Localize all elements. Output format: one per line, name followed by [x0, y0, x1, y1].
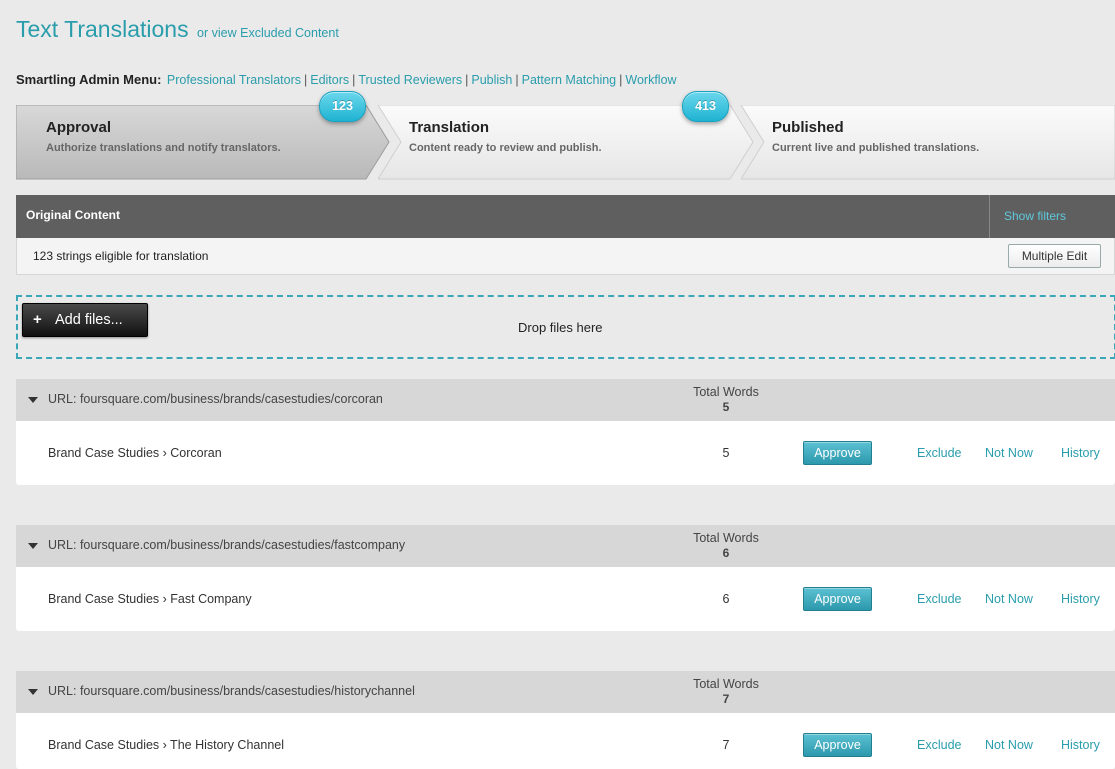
menu-separator: |	[352, 73, 356, 87]
plus-icon: +	[33, 311, 42, 328]
eligible-strings-count: 123 strings eligible for translation	[33, 249, 209, 263]
admin-link-publish[interactable]: Publish	[471, 73, 512, 87]
string-name: Brand Case Studies › The History Channel	[48, 738, 284, 752]
original-content-header: Original Content Show filters	[16, 195, 1115, 238]
admin-menu: Smartling Admin Menu: Professional Trans…	[16, 72, 677, 87]
step-approval-desc: Authorize translations and notify transl…	[46, 142, 281, 154]
approve-button[interactable]: Approve	[803, 587, 872, 611]
original-content-bar: 123 strings eligible for translation Mul…	[16, 238, 1115, 275]
history-link[interactable]: History	[1061, 446, 1100, 460]
history-link[interactable]: History	[1061, 592, 1100, 606]
group-url: URL: foursquare.com/business/brands/case…	[48, 392, 383, 406]
total-words-label: Total Words	[693, 677, 759, 691]
file-drop-zone[interactable]: + Add files... Drop files here	[16, 295, 1115, 359]
add-files-button[interactable]: + Add files...	[22, 303, 148, 337]
url-group: URL: foursquare.com/business/brands/case…	[16, 525, 1115, 631]
step-published-desc: Current live and published translations.	[772, 142, 980, 154]
exclude-link[interactable]: Exclude	[917, 738, 961, 752]
string-name: Brand Case Studies › Fast Company	[48, 592, 252, 606]
total-words-label: Total Words	[693, 531, 759, 545]
string-row: Brand Case Studies › The History Channel…	[16, 713, 1115, 769]
add-files-label: Add files...	[55, 312, 123, 328]
string-row: Brand Case Studies › Corcoran 5 Approve …	[16, 421, 1115, 485]
url-group-header[interactable]: URL: foursquare.com/business/brands/case…	[16, 379, 1115, 421]
exclude-link[interactable]: Exclude	[917, 592, 961, 606]
url-group-header[interactable]: URL: foursquare.com/business/brands/case…	[16, 525, 1115, 567]
menu-separator: |	[515, 73, 519, 87]
not-now-link[interactable]: Not Now	[985, 592, 1033, 606]
not-now-link[interactable]: Not Now	[985, 446, 1033, 460]
not-now-link[interactable]: Not Now	[985, 738, 1033, 752]
page-title: Text Translations	[16, 16, 189, 42]
drop-files-text: Drop files here	[518, 320, 603, 335]
total-words-value: 5	[722, 400, 730, 414]
step-published[interactable]: Published Current live and published tra…	[741, 105, 1115, 180]
menu-separator: |	[619, 73, 623, 87]
history-link[interactable]: History	[1061, 738, 1100, 752]
admin-link-pattern-matching[interactable]: Pattern Matching	[522, 73, 617, 87]
step-translation-title: Translation	[409, 119, 490, 136]
collapse-triangle-icon[interactable]	[28, 397, 38, 403]
exclude-link[interactable]: Exclude	[917, 446, 961, 460]
original-content-title: Original Content	[26, 208, 120, 222]
approve-button[interactable]: Approve	[803, 441, 872, 465]
string-word-count: 6	[722, 592, 730, 606]
collapse-triangle-icon[interactable]	[28, 689, 38, 695]
admin-link-trusted-reviewers[interactable]: Trusted Reviewers	[358, 73, 462, 87]
admin-menu-label: Smartling Admin Menu:	[16, 72, 162, 87]
admin-link-professional-translators[interactable]: Professional Translators	[167, 73, 301, 87]
menu-separator: |	[465, 73, 469, 87]
page-title-area: Text Translations or view Excluded Conte…	[16, 16, 339, 46]
header-divider	[989, 195, 990, 238]
menu-separator: |	[303, 73, 308, 87]
collapse-triangle-icon[interactable]	[28, 543, 38, 549]
step-approval-title: Approval	[46, 119, 112, 136]
show-filters-link[interactable]: Show filters	[1004, 209, 1066, 223]
step-translation-desc: Content ready to review and publish.	[409, 142, 602, 154]
translation-count-badge: 413	[682, 91, 729, 122]
total-words-value: 6	[722, 546, 730, 560]
string-word-count: 5	[722, 446, 730, 460]
step-published-title: Published	[772, 119, 844, 136]
approval-count-badge: 123	[319, 91, 366, 122]
string-word-count: 7	[722, 738, 730, 752]
group-url: URL: foursquare.com/business/brands/case…	[48, 684, 415, 698]
url-group-header[interactable]: URL: foursquare.com/business/brands/case…	[16, 671, 1115, 713]
group-url: URL: foursquare.com/business/brands/case…	[48, 538, 406, 552]
workflow-steps: Approval Authorize translations and noti…	[16, 91, 1115, 180]
admin-link-editors[interactable]: Editors	[310, 73, 349, 87]
excluded-content-link[interactable]: or view Excluded Content	[197, 26, 339, 40]
approve-button[interactable]: Approve	[803, 733, 872, 757]
multiple-edit-button[interactable]: Multiple Edit	[1008, 244, 1101, 268]
string-name: Brand Case Studies › Corcoran	[48, 446, 222, 460]
url-group: URL: foursquare.com/business/brands/case…	[16, 379, 1115, 485]
admin-link-workflow[interactable]: Workflow	[625, 73, 676, 87]
total-words-label: Total Words	[693, 385, 759, 399]
string-row: Brand Case Studies › Fast Company 6 Appr…	[16, 567, 1115, 631]
url-group: URL: foursquare.com/business/brands/case…	[16, 671, 1115, 769]
total-words-value: 7	[722, 692, 730, 706]
